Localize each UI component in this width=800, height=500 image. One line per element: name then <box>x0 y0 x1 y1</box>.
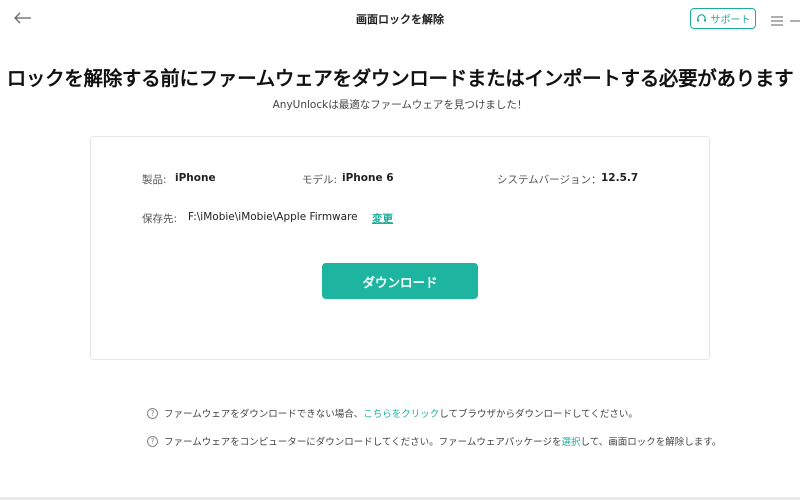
model-value: iPhone 6 <box>342 172 394 184</box>
note-2-text-after: して、画面ロックを解除します。 <box>580 437 722 448</box>
save-path-label: 保存先: <box>142 213 178 225</box>
menu-button[interactable] <box>770 12 784 26</box>
system-version-label: システムバージョン： <box>497 174 602 186</box>
product-label: 製品: <box>142 174 167 186</box>
note-1-text-after: してブラウザからダウンロードしてください。 <box>439 409 638 420</box>
window-title: 画面ロックを解除 <box>356 13 444 26</box>
note-2-link[interactable]: 選択 <box>561 434 580 448</box>
help-note-2: ? ファームウェアをコンピューターにダウンロードしてください。ファームウェアパッ… <box>147 434 721 448</box>
headset-icon <box>696 14 706 22</box>
note-1-text-before: ファームウェアをダウンロードできない場合、 <box>164 409 364 420</box>
question-circle-icon: ? <box>147 435 158 447</box>
question-circle-icon: ? <box>147 407 158 419</box>
page-headline: ロックを解除する前にファームウェアをダウンロードまたはインポートする必要がありま… <box>6 67 794 90</box>
minimize-icon <box>790 20 800 22</box>
save-path-value: F:\iMobie\iMobie\Apple Firmware <box>188 211 358 223</box>
help-note-1: ? ファームウェアをダウンロードできない場合、 こちらをクリック してブラウザか… <box>147 406 638 420</box>
system-version-value: 12.5.7 <box>601 172 639 184</box>
page-subheadline: AnyUnlockは最適なファームウェアを見つけました！ <box>272 99 528 111</box>
app-window: 画面ロックを解除 サポート ロックを解除する前にファームウェアをダウンロードまた… <box>0 0 800 500</box>
download-button[interactable]: ダウンロード <box>322 263 478 299</box>
minimize-button[interactable] <box>789 12 800 24</box>
model-label: モデル: <box>302 174 338 186</box>
support-label: サポート <box>710 15 751 26</box>
title-bar: 画面ロックを解除 サポート <box>0 0 800 36</box>
support-button[interactable]: サポート <box>690 8 756 29</box>
hamburger-icon <box>771 16 783 26</box>
note-1-link[interactable]: こちらをクリック <box>363 406 439 420</box>
firmware-info-card: 製品: iPhone モデル: iPhone 6 システムバージョン： 12.5… <box>90 136 710 360</box>
product-value: iPhone <box>175 172 216 184</box>
note-2-text-before: ファームウェアをコンピューターにダウンロードしてください。ファームウェアパッケー… <box>164 437 562 448</box>
change-path-link[interactable]: 変更 <box>372 211 393 226</box>
